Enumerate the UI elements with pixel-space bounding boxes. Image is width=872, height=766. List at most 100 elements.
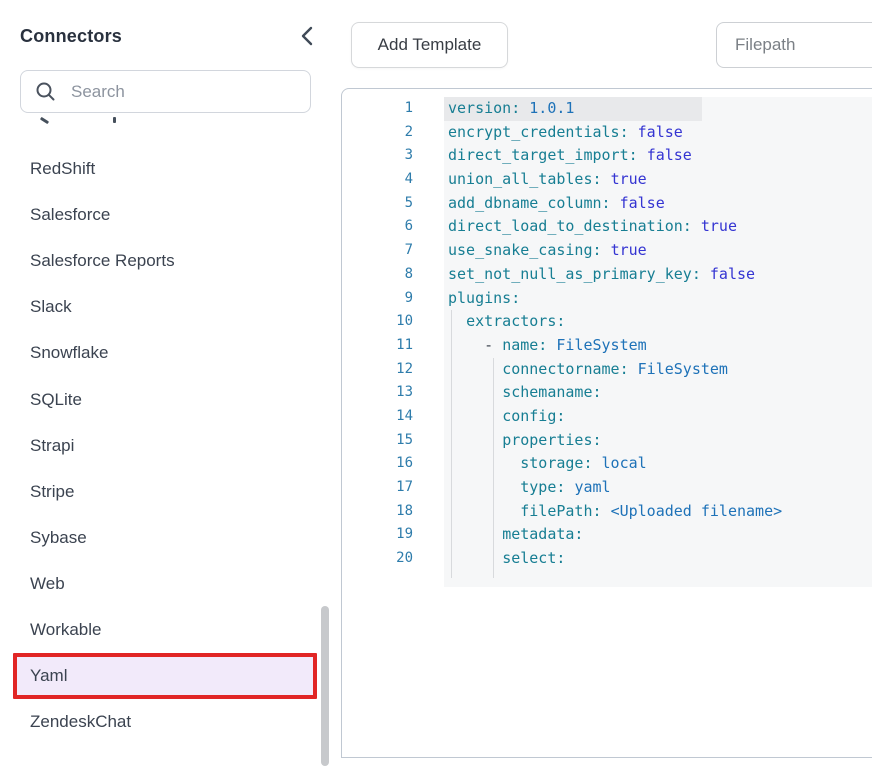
code-line[interactable]: 4union_all_tables: true bbox=[342, 168, 872, 192]
code-line[interactable]: 7use_snake_casing: true bbox=[342, 239, 872, 263]
code-text: union_all_tables: true bbox=[444, 168, 647, 192]
line-number: 7 bbox=[342, 239, 444, 263]
code-text: metadata: bbox=[444, 523, 583, 547]
code-lines: 1version: 1.0.12encrypt_credentials: fal… bbox=[342, 97, 872, 571]
line-number: 9 bbox=[342, 287, 444, 311]
sidebar-scrollbar[interactable] bbox=[321, 606, 329, 766]
sidebar-item-redshift[interactable]: RedShift bbox=[0, 146, 331, 192]
sidebar-item-label: Salesforce Reports bbox=[30, 251, 175, 271]
sidebar-item-label: RedShift bbox=[30, 159, 95, 179]
sidebar-item-stripe[interactable]: Stripe bbox=[0, 469, 331, 515]
code-text: encrypt_credentials: false bbox=[444, 121, 683, 145]
sidebar-item-sybase[interactable]: Sybase bbox=[0, 515, 331, 561]
line-number: 14 bbox=[342, 405, 444, 429]
line-number: 2 bbox=[342, 121, 444, 145]
line-number: 15 bbox=[342, 429, 444, 453]
connector-list: RedShift Salesforce Salesforce Reports Slac… bbox=[0, 146, 331, 745]
code-line[interactable]: 2encrypt_credentials: false bbox=[342, 121, 872, 145]
code-line[interactable]: 6direct_load_to_destination: true bbox=[342, 215, 872, 239]
line-number: 19 bbox=[342, 523, 444, 547]
sidebar-item-slack[interactable]: Slack bbox=[0, 284, 331, 330]
sidebar-item-snowflake[interactable]: Snowflake bbox=[0, 330, 331, 376]
sidebar-title: Connectors bbox=[20, 26, 122, 47]
sidebar-item-label: Stripe bbox=[30, 482, 74, 502]
code-text: storage: local bbox=[444, 452, 647, 476]
sidebar-item-zendeskchat[interactable]: ZendeskChat bbox=[0, 699, 331, 745]
collapse-sidebar-button[interactable] bbox=[297, 24, 315, 48]
search-icon bbox=[35, 81, 56, 102]
chevron-left-icon bbox=[300, 25, 313, 47]
code-text: add_dbname_column: false bbox=[444, 192, 665, 216]
code-text: schemaname: bbox=[444, 381, 602, 405]
code-text: connectorname: FileSystem bbox=[444, 358, 728, 382]
line-number: 12 bbox=[342, 358, 444, 382]
line-number: 1 bbox=[342, 97, 444, 121]
code-line[interactable]: 13 schemaname: bbox=[342, 381, 872, 405]
code-text: use_snake_casing: true bbox=[444, 239, 647, 263]
line-number: 17 bbox=[342, 476, 444, 500]
code-line[interactable]: 12 connectorname: FileSystem bbox=[342, 358, 872, 382]
line-number: 16 bbox=[342, 452, 444, 476]
sidebar-item-label: Sybase bbox=[30, 528, 87, 548]
code-text: select: bbox=[444, 547, 565, 571]
code-line[interactable]: 16 storage: local bbox=[342, 452, 872, 476]
sidebar-item-label: Salesforce bbox=[30, 205, 110, 225]
sidebar-item-label: Slack bbox=[30, 297, 72, 317]
clipped-list-item-fragment bbox=[40, 117, 49, 124]
code-line[interactable]: 14 config: bbox=[342, 405, 872, 429]
line-number: 4 bbox=[342, 168, 444, 192]
sidebar-item-label: Web bbox=[30, 574, 65, 594]
code-line[interactable]: 10 extractors: bbox=[342, 310, 872, 334]
code-text: filePath: <Uploaded filename> bbox=[444, 500, 782, 524]
sidebar-item-workable[interactable]: Workable bbox=[0, 607, 331, 653]
line-number: 10 bbox=[342, 310, 444, 334]
code-line[interactable]: 11 - name: FileSystem bbox=[342, 334, 872, 358]
line-number: 20 bbox=[342, 547, 444, 571]
sidebar-item-web[interactable]: Web bbox=[0, 561, 331, 607]
code-line[interactable]: 5add_dbname_column: false bbox=[342, 192, 872, 216]
sidebar-item-strapi[interactable]: Strapi bbox=[0, 423, 331, 469]
sidebar-item-sqlite[interactable]: SQLite bbox=[0, 376, 331, 422]
code-line[interactable]: 8set_not_null_as_primary_key: false bbox=[342, 263, 872, 287]
code-line[interactable]: 20 select: bbox=[342, 547, 872, 571]
line-number: 8 bbox=[342, 263, 444, 287]
line-number: 13 bbox=[342, 381, 444, 405]
sidebar-header: Connectors bbox=[20, 24, 315, 48]
sidebar-item-label: Workable bbox=[30, 620, 102, 640]
code-text: plugins: bbox=[444, 287, 520, 311]
code-line[interactable]: 9plugins: bbox=[342, 287, 872, 311]
sidebar-item-salesforce-reports[interactable]: Salesforce Reports bbox=[0, 238, 331, 284]
clipped-list-item-fragment bbox=[113, 117, 116, 123]
add-template-button[interactable]: Add Template bbox=[351, 22, 508, 68]
connectors-sidebar: Connectors RedShift Salesforce Salesforce … bbox=[0, 0, 331, 751]
code-text: set_not_null_as_primary_key: false bbox=[444, 263, 755, 287]
code-text: properties: bbox=[444, 429, 602, 453]
sidebar-item-label: SQLite bbox=[30, 390, 82, 410]
sidebar-item-label: Snowflake bbox=[30, 343, 108, 363]
line-number: 3 bbox=[342, 144, 444, 168]
line-number: 6 bbox=[342, 215, 444, 239]
line-number: 11 bbox=[342, 334, 444, 358]
code-text: version: 1.0.1 bbox=[444, 97, 574, 121]
code-line[interactable]: 3direct_target_import: false bbox=[342, 144, 872, 168]
sidebar-item-yaml[interactable]: Yaml bbox=[13, 653, 317, 699]
code-line[interactable]: 1version: 1.0.1 bbox=[342, 97, 872, 121]
sidebar-item-label: Yaml bbox=[30, 666, 67, 686]
code-line[interactable]: 15 properties: bbox=[342, 429, 872, 453]
code-line[interactable]: 18 filePath: <Uploaded filename> bbox=[342, 500, 872, 524]
code-line[interactable]: 17 type: yaml bbox=[342, 476, 872, 500]
code-text: direct_load_to_destination: true bbox=[444, 215, 737, 239]
line-number: 18 bbox=[342, 500, 444, 524]
sidebar-item-salesforce[interactable]: Salesforce bbox=[0, 192, 331, 238]
code-text: config: bbox=[444, 405, 565, 429]
yaml-code-editor[interactable]: 1version: 1.0.12encrypt_credentials: fal… bbox=[341, 88, 872, 758]
code-text: direct_target_import: false bbox=[444, 144, 692, 168]
code-line[interactable]: 19 metadata: bbox=[342, 523, 872, 547]
search-box bbox=[20, 70, 311, 113]
search-input[interactable] bbox=[69, 81, 310, 103]
code-text: - name: FileSystem bbox=[444, 334, 647, 358]
sidebar-item-label: ZendeskChat bbox=[30, 712, 131, 732]
code-text: extractors: bbox=[444, 310, 565, 334]
filepath-input[interactable] bbox=[716, 22, 872, 68]
code-text: type: yaml bbox=[444, 476, 611, 500]
